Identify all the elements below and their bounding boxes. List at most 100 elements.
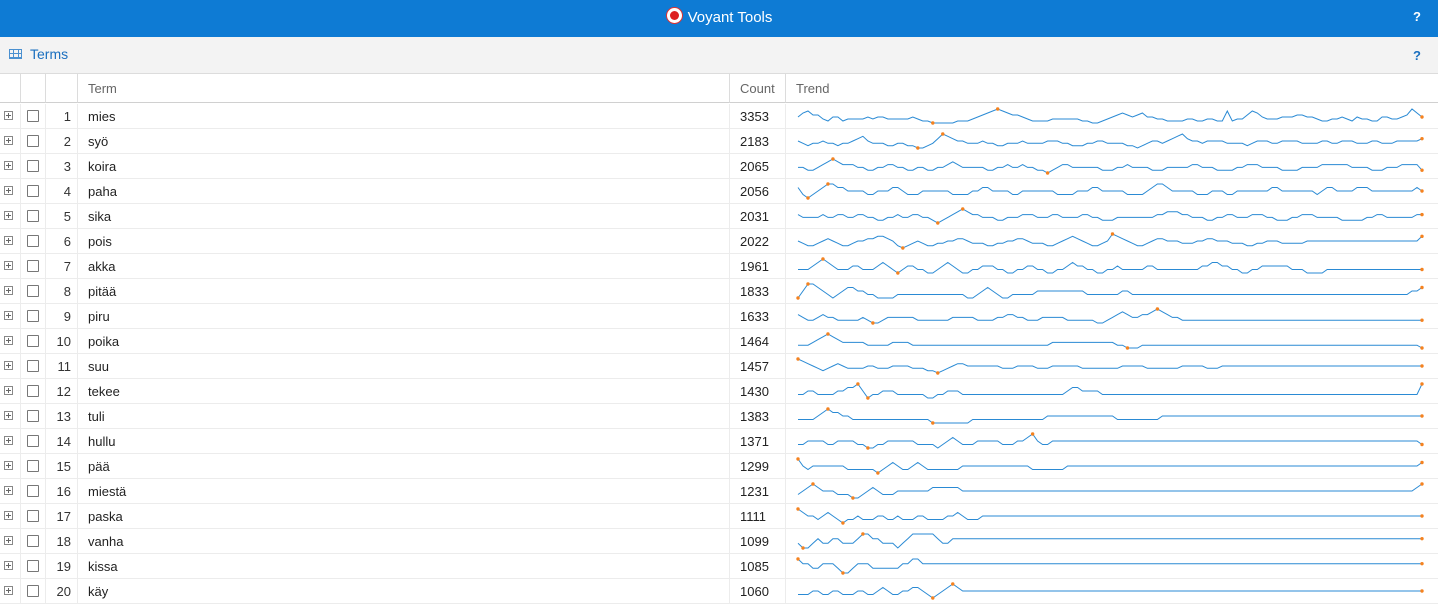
row-checkbox[interactable] [27,185,39,197]
row-checkbox[interactable] [27,110,39,122]
expand-plus-icon[interactable] [4,586,13,595]
row-checkbox[interactable] [27,560,39,572]
row-checkbox[interactable] [27,410,39,422]
table-row[interactable]: 19 kissa 1085 [0,554,1438,579]
row-select[interactable] [21,254,46,278]
row-checkbox[interactable] [27,435,39,447]
expand-plus-icon[interactable] [4,211,13,220]
col-header-select[interactable] [21,74,46,103]
table-row[interactable]: 5 sika 2031 [0,204,1438,229]
expand-plus-icon[interactable] [4,136,13,145]
expand-plus-icon[interactable] [4,236,13,245]
col-header-term[interactable]: Term [78,74,730,103]
row-expander[interactable] [0,504,21,528]
expand-plus-icon[interactable] [4,336,13,345]
table-row[interactable]: 4 paha 2056 [0,179,1438,204]
table-row[interactable]: 13 tuli 1383 [0,404,1438,429]
expand-plus-icon[interactable] [4,111,13,120]
row-checkbox[interactable] [27,585,39,597]
row-expander[interactable] [0,229,21,253]
row-expander[interactable] [0,404,21,428]
expand-plus-icon[interactable] [4,411,13,420]
expand-plus-icon[interactable] [4,511,13,520]
app-title[interactable]: Voyant Tools [0,0,1438,37]
row-expander[interactable] [0,554,21,578]
row-checkbox[interactable] [27,160,39,172]
row-select[interactable] [21,354,46,378]
table-row[interactable]: 9 piru 1633 [0,304,1438,329]
expand-plus-icon[interactable] [4,461,13,470]
row-select[interactable] [21,179,46,203]
row-checkbox[interactable] [27,360,39,372]
table-row[interactable]: 16 miestä 1231 [0,479,1438,504]
row-expander[interactable] [0,129,21,153]
row-select[interactable] [21,529,46,553]
row-select[interactable] [21,404,46,428]
row-select[interactable] [21,579,46,603]
row-select[interactable] [21,379,46,403]
row-expander[interactable] [0,104,21,128]
expand-plus-icon[interactable] [4,161,13,170]
row-select[interactable] [21,454,46,478]
row-select[interactable] [21,429,46,453]
row-checkbox[interactable] [27,535,39,547]
row-checkbox[interactable] [27,460,39,472]
row-expander[interactable] [0,354,21,378]
row-expander[interactable] [0,429,21,453]
table-row[interactable]: 6 pois 2022 [0,229,1438,254]
row-expander[interactable] [0,529,21,553]
row-checkbox[interactable] [27,235,39,247]
table-row[interactable]: 11 suu 1457 [0,354,1438,379]
row-checkbox[interactable] [27,335,39,347]
expand-plus-icon[interactable] [4,386,13,395]
table-row[interactable]: 18 vanha 1099 [0,529,1438,554]
table-row[interactable]: 3 koira 2065 [0,154,1438,179]
table-row[interactable]: 8 pitää 1833 [0,279,1438,304]
app-help-icon[interactable]: ? [1413,9,1421,24]
row-checkbox[interactable] [27,285,39,297]
table-row[interactable]: 14 hullu 1371 [0,429,1438,454]
row-expander[interactable] [0,579,21,603]
expand-plus-icon[interactable] [4,286,13,295]
row-select[interactable] [21,554,46,578]
table-row[interactable]: 20 käy 1060 [0,579,1438,604]
row-select[interactable] [21,304,46,328]
row-checkbox[interactable] [27,210,39,222]
table-row[interactable]: 7 akka 1961 [0,254,1438,279]
row-expander[interactable] [0,204,21,228]
row-expander[interactable] [0,329,21,353]
row-checkbox[interactable] [27,485,39,497]
row-expander[interactable] [0,154,21,178]
table-row[interactable]: 15 pää 1299 [0,454,1438,479]
row-select[interactable] [21,329,46,353]
row-select[interactable] [21,204,46,228]
table-row[interactable]: 1 mies 3353 [0,104,1438,129]
col-header-trend[interactable]: Trend [786,74,1438,103]
row-expander[interactable] [0,379,21,403]
row-select[interactable] [21,229,46,253]
row-checkbox[interactable] [27,135,39,147]
row-expander[interactable] [0,479,21,503]
row-checkbox[interactable] [27,385,39,397]
row-expander[interactable] [0,179,21,203]
expand-plus-icon[interactable] [4,536,13,545]
expand-plus-icon[interactable] [4,361,13,370]
expand-plus-icon[interactable] [4,561,13,570]
row-select[interactable] [21,129,46,153]
table-row[interactable]: 12 tekee 1430 [0,379,1438,404]
expand-plus-icon[interactable] [4,486,13,495]
row-select[interactable] [21,479,46,503]
row-select[interactable] [21,504,46,528]
row-checkbox[interactable] [27,510,39,522]
table-row[interactable]: 10 poika 1464 [0,329,1438,354]
row-expander[interactable] [0,454,21,478]
row-expander[interactable] [0,254,21,278]
panel-help-icon[interactable]: ? [1413,48,1421,63]
row-expander[interactable] [0,279,21,303]
row-select[interactable] [21,154,46,178]
expand-plus-icon[interactable] [4,186,13,195]
row-checkbox[interactable] [27,310,39,322]
col-header-rank[interactable] [46,74,78,103]
expand-plus-icon[interactable] [4,261,13,270]
expand-plus-icon[interactable] [4,436,13,445]
